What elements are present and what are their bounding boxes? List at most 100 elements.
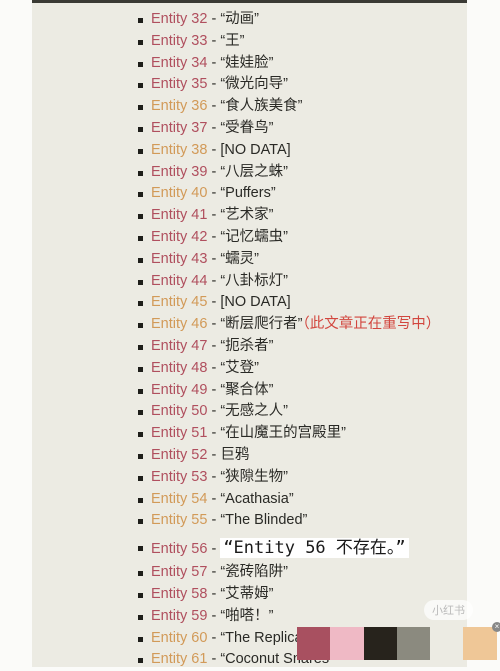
entity-name: “艺术家” — [220, 207, 274, 224]
separator: - — [207, 228, 221, 245]
entity-link[interactable]: Entity 43 — [151, 251, 207, 267]
separator: - — [207, 607, 221, 624]
separator: - — [207, 359, 221, 376]
entity-name: “The Blinded” — [220, 512, 308, 529]
entity-list-item: Entity 52 - 巨鸦 — [138, 445, 440, 467]
entity-name: “娃娃脸” — [220, 54, 274, 71]
entity-list-item: Entity 50 - “无感之人” — [138, 401, 440, 423]
color-swatch — [396, 627, 431, 660]
entity-link[interactable]: Entity 36 — [151, 98, 207, 114]
entity-list-item: Entity 45 - [NO DATA] — [138, 292, 440, 314]
entity-link[interactable]: Entity 60 — [151, 630, 207, 646]
entity-link[interactable]: Entity 54 — [151, 491, 207, 507]
entity-name: [NO DATA] — [220, 294, 291, 311]
separator: - — [207, 512, 221, 529]
entity-link[interactable]: Entity 58 — [151, 586, 207, 602]
entity-name: “啪嗒！” — [220, 607, 274, 624]
separator: - — [207, 119, 221, 136]
entity-list-item: Entity 57 - “瓷砖陷阱” — [138, 562, 440, 584]
entity-link[interactable]: Entity 52 — [151, 447, 207, 463]
close-icon[interactable]: × — [492, 622, 500, 632]
entity-link[interactable]: Entity 56 — [151, 541, 207, 557]
separator: - — [207, 468, 221, 485]
entity-list-item: Entity 59 - “啪嗒！” — [138, 606, 440, 628]
entity-name: “食人族美食” — [220, 98, 303, 115]
watermark: 小红书 — [424, 600, 473, 620]
entity-link[interactable]: Entity 32 — [151, 11, 207, 27]
entity-name: “瓷砖陷阱” — [220, 564, 288, 581]
entity-name: “无感之人” — [220, 403, 288, 420]
entity-list-item: Entity 56 - “Entity 56 不存在。” — [138, 534, 440, 562]
entity-link[interactable]: Entity 50 — [151, 403, 207, 419]
separator: - — [207, 446, 221, 463]
separator: - — [207, 403, 221, 420]
entity-link[interactable]: Entity 51 — [151, 425, 207, 441]
color-swatch — [330, 627, 364, 660]
entity-name: “扼杀者” — [220, 337, 274, 354]
entity-list-item: Entity 48 - “艾登” — [138, 358, 440, 380]
separator: - — [207, 564, 221, 581]
entity-name: “王” — [220, 32, 245, 49]
entity-link[interactable]: Entity 33 — [151, 33, 207, 49]
separator: - — [207, 294, 221, 311]
entity-link[interactable]: Entity 41 — [151, 207, 207, 223]
separator: - — [207, 76, 221, 93]
entity-name: “在山魔王的宫殿里” — [220, 425, 346, 442]
entity-link[interactable]: Entity 55 — [151, 512, 207, 528]
color-swatch — [463, 627, 497, 660]
entity-name: “八卦标灯” — [220, 272, 288, 289]
entity-link[interactable]: Entity 34 — [151, 55, 207, 71]
entity-name: “记忆蠕虫” — [220, 228, 288, 245]
entity-list-item: Entity 34 - “娃娃脸” — [138, 53, 440, 75]
entity-link[interactable]: Entity 61 — [151, 651, 207, 667]
entity-list-item: Entity 53 - “狭隙生物” — [138, 467, 440, 489]
entity-link[interactable]: Entity 46 — [151, 316, 207, 332]
entity-list-item: Entity 54 - “Acathasia” — [138, 489, 440, 511]
entity-list-item: Entity 47 - “扼杀者” — [138, 336, 440, 358]
content-panel: Entity 32 - “动画” Entity 33 - “王” Entity 34… — [32, 0, 467, 667]
entity-link[interactable]: Entity 38 — [151, 142, 207, 158]
entity-name: “微光向导” — [220, 76, 288, 93]
entity-name: “八层之蛛” — [220, 163, 288, 180]
entity-name: [NO DATA] — [220, 141, 291, 158]
entity-name: “Entity 56 不存在。” — [220, 538, 409, 559]
entity-link[interactable]: Entity 39 — [151, 164, 207, 180]
entity-list-item: Entity 46 - “断层爬行者”（此文章正在重写中） — [138, 314, 440, 336]
entity-name: “断层爬行者” — [220, 316, 303, 333]
entity-link[interactable]: Entity 53 — [151, 469, 207, 485]
separator: - — [207, 541, 221, 558]
entity-link[interactable]: Entity 59 — [151, 608, 207, 624]
entity-link[interactable]: Entity 35 — [151, 76, 207, 92]
entity-list: Entity 32 - “动画” Entity 33 - “王” Entity 34… — [138, 9, 440, 671]
color-swatch — [363, 627, 397, 660]
separator: - — [207, 425, 221, 442]
entity-name: “Puffers” — [220, 185, 276, 202]
entity-link[interactable]: Entity 45 — [151, 294, 207, 310]
entity-link[interactable]: Entity 40 — [151, 185, 207, 201]
entity-list-item: Entity 42 - “记忆蠕虫” — [138, 227, 440, 249]
entity-link[interactable]: Entity 47 — [151, 338, 207, 354]
entity-name: “动画” — [220, 11, 259, 27]
entity-list-item: Entity 38 - [NO DATA] — [138, 140, 440, 162]
separator: - — [207, 629, 221, 646]
entity-link[interactable]: Entity 44 — [151, 273, 207, 289]
entity-link[interactable]: Entity 37 — [151, 120, 207, 136]
separator: - — [207, 185, 221, 202]
entity-name: “Acathasia” — [220, 490, 294, 507]
entity-list-item: Entity 43 - “蠕灵” — [138, 249, 440, 271]
entity-name: 巨鸦 — [220, 446, 250, 463]
separator: - — [207, 316, 221, 333]
entity-link[interactable]: Entity 42 — [151, 229, 207, 245]
separator: - — [207, 141, 221, 158]
entity-link[interactable]: Entity 49 — [151, 382, 207, 398]
separator: - — [207, 32, 221, 49]
entity-name: “艾登” — [220, 359, 259, 376]
entity-list-item: Entity 32 - “动画” — [138, 9, 440, 31]
entity-link[interactable]: Entity 48 — [151, 360, 207, 376]
entity-list-item: Entity 49 - “聚合体” — [138, 380, 440, 402]
separator: - — [207, 11, 221, 27]
entity-list-item: Entity 55 - “The Blinded” — [138, 510, 440, 532]
entity-link[interactable]: Entity 57 — [151, 564, 207, 580]
entity-list-item: Entity 35 - “微光向导” — [138, 74, 440, 96]
separator: - — [207, 250, 221, 267]
